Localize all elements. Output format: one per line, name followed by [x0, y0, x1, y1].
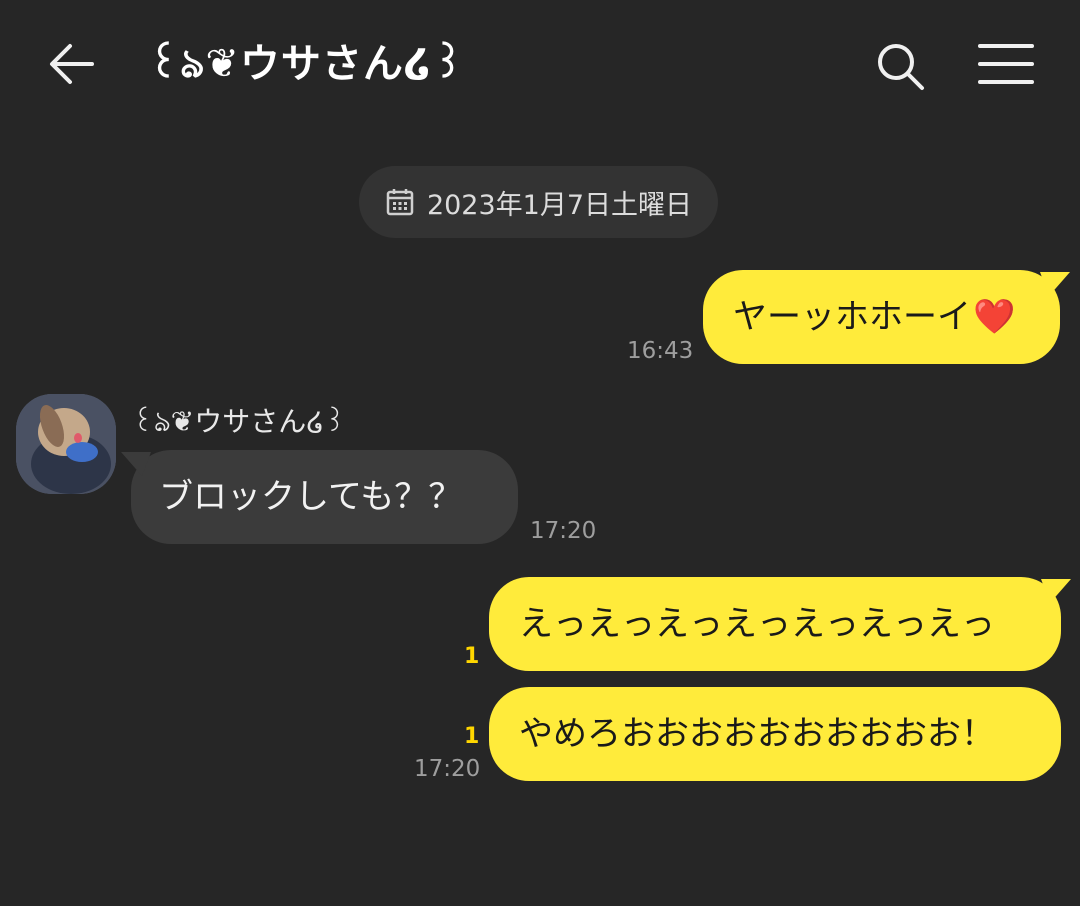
- hamburger-menu-icon: [978, 44, 1034, 84]
- unread-count: 1: [464, 644, 480, 669]
- search-button[interactable]: [870, 36, 930, 96]
- message-time: 17:20: [414, 756, 481, 782]
- chat-title: ꒰ঌ❦ウサさん໒꒱: [148, 41, 465, 87]
- avatar-image-icon: [16, 394, 116, 494]
- message-text: えっえっえっえっえっえっえっ: [519, 604, 995, 644]
- heart-emoji: ❤️: [973, 297, 1016, 337]
- arrow-left-icon: [50, 44, 94, 84]
- message-text: ヤーッホホーイ: [733, 297, 971, 337]
- sent-message-bubble[interactable]: ヤーッホホーイ ❤️: [703, 270, 1060, 364]
- unread-count: 1: [464, 724, 480, 749]
- avatar[interactable]: [16, 394, 116, 494]
- sent-message-bubble[interactable]: えっえっえっえっえっえっえっ: [489, 577, 1061, 671]
- menu-button[interactable]: [972, 36, 1038, 96]
- chat-header: ꒰ঌ❦ウサさん໒꒱: [0, 0, 1080, 130]
- message-text: ブロックしても？？: [159, 477, 463, 517]
- received-message-bubble[interactable]: ブロックしても？？: [131, 450, 518, 544]
- message-text: やめろおおおおおおおおおお！: [519, 714, 995, 754]
- message-time: 17:20: [530, 518, 597, 544]
- calendar-icon: [386, 189, 414, 216]
- date-label: 2023年1月7日土曜日: [426, 189, 693, 221]
- sender-name: ꒰ঌ❦ウサさん໒꒱: [132, 405, 347, 438]
- date-separator: 2023年1月7日土曜日: [359, 166, 718, 238]
- back-button[interactable]: [40, 34, 106, 94]
- sent-message-bubble[interactable]: やめろおおおおおおおおおお！: [489, 687, 1061, 781]
- search-icon: [878, 44, 924, 90]
- message-time: 16:43: [627, 338, 694, 364]
